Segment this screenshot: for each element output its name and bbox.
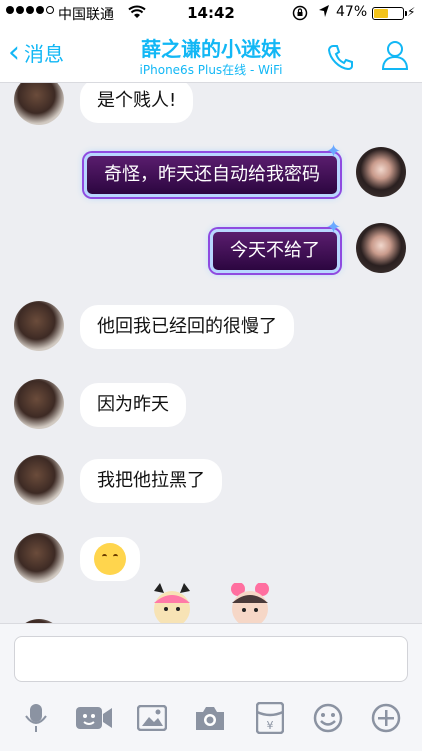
status-bar: 中国联通 14:42 47% ⚡ <box>0 0 422 26</box>
mic-icon <box>25 704 47 732</box>
image-button[interactable] <box>132 698 172 738</box>
profile-button[interactable] <box>380 39 410 75</box>
contact-avatar[interactable] <box>14 301 64 351</box>
phone-icon <box>327 45 353 71</box>
contact-avatar[interactable] <box>14 533 64 583</box>
charging-icon: ⚡ <box>407 5 416 19</box>
self-avatar[interactable] <box>356 147 406 197</box>
rotation-lock-icon <box>292 5 308 25</box>
person-icon <box>381 41 409 70</box>
message-bubble-received[interactable]: 他回我已经回的很慢了 <box>80 305 294 349</box>
emoji-icon <box>313 703 343 733</box>
message-bubble-received[interactable]: 是个贱人! <box>80 83 194 123</box>
mic-button[interactable] <box>16 698 56 738</box>
message-bubble-sent[interactable]: 今天不给了 <box>210 229 340 273</box>
sparkle-icon: ✦ <box>326 141 342 162</box>
chat-subtitle: iPhone6s Plus在线 - WiFi <box>139 63 283 77</box>
message-bubble-received[interactable]: 因为昨天 <box>80 383 186 427</box>
cartoon-girls-sticker-icon <box>150 582 280 623</box>
input-area: ¥ <box>0 623 422 751</box>
battery-percent: 47% <box>336 4 368 20</box>
chat-area[interactable]: 是个贱人! 奇怪，昨天还自动给我密码 ✦ 今天不给了 ✦ 他回我已经回的很慢了 … <box>0 83 422 623</box>
contact-avatar[interactable] <box>14 379 64 429</box>
phone-call-button[interactable] <box>326 42 356 76</box>
red-packet-button[interactable]: ¥ <box>250 698 290 738</box>
self-avatar[interactable] <box>356 223 406 273</box>
plus-icon <box>371 703 401 733</box>
location-arrow-icon <box>318 4 330 22</box>
nav-bar: ‹ 消息 薛之谦的小迷妹 iPhone6s Plus在线 - WiFi <box>0 26 422 83</box>
message-bubble-received[interactable] <box>80 537 140 581</box>
message-bubble-sent[interactable]: 奇怪，昨天还自动给我密码 <box>84 153 340 197</box>
svg-text:¥: ¥ <box>267 719 274 732</box>
camera-icon <box>196 707 224 730</box>
sparkle-icon: ✦ <box>326 217 342 238</box>
chat-title: 薛之谦的小迷妹 <box>141 37 281 61</box>
camera-button[interactable] <box>190 698 230 738</box>
message-input[interactable] <box>14 636 408 682</box>
red-packet-icon: ¥ <box>256 702 284 734</box>
input-toolbar: ¥ <box>0 698 422 738</box>
battery-icon <box>372 7 407 20</box>
contact-avatar[interactable] <box>14 83 64 125</box>
contact-avatar[interactable] <box>14 455 64 505</box>
message-bubble-received[interactable]: 我把他拉黑了 <box>80 459 222 503</box>
image-icon <box>137 705 167 731</box>
video-icon <box>76 707 112 729</box>
video-button[interactable] <box>74 698 114 738</box>
emoji-button[interactable] <box>308 698 348 738</box>
plus-button[interactable] <box>366 698 406 738</box>
yawning-face-emoji-icon <box>94 543 126 575</box>
